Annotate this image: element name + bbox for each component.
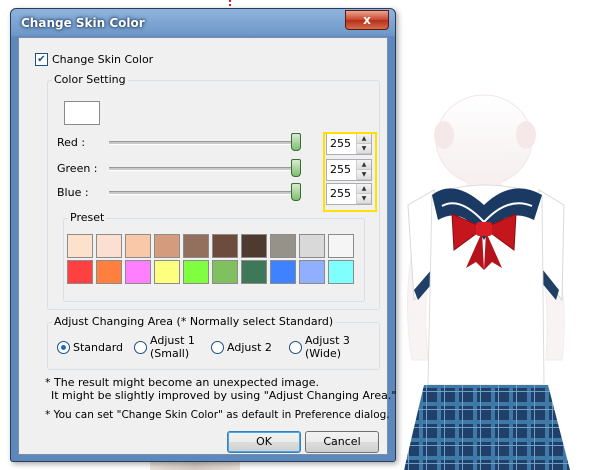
radio-adjust-3-sublabel[interactable]: (Wide) [305, 347, 341, 360]
preset-color-swatch[interactable] [125, 260, 151, 284]
green-label: Green : [57, 162, 98, 175]
radio-adjust-3[interactable] [289, 341, 302, 354]
radio-adjust-2-label[interactable]: Adjust 2 [227, 341, 272, 354]
character-preview [404, 94, 570, 470]
radio-adjust-1-sublabel[interactable]: (Small) [150, 347, 189, 360]
note-unexpected: * The result might become an unexpected … [45, 376, 319, 389]
current-color-swatch [64, 101, 100, 125]
close-button[interactable]: x [345, 10, 389, 30]
blue-slider-track[interactable] [109, 191, 299, 195]
preset-color-swatch[interactable] [270, 234, 296, 258]
preset-color-swatch[interactable] [67, 260, 93, 284]
radio-adjust-1-label[interactable]: Adjust 1 [150, 334, 195, 347]
preset-color-swatch[interactable] [96, 260, 122, 284]
red-slider-track[interactable] [109, 141, 299, 145]
note-improve: It might be slightly improved by using "… [51, 389, 397, 402]
note-default: * You can set "Change Skin Color" as def… [45, 409, 390, 421]
red-label: Red : [57, 136, 86, 149]
preset-color-swatch[interactable] [328, 234, 354, 258]
preset-color-swatch[interactable] [96, 234, 122, 258]
change-skin-color-dialog: Change Skin Color x ✔ Change Skin Color … [10, 8, 396, 462]
preset-color-swatch[interactable] [212, 234, 238, 258]
radio-adjust-1[interactable] [134, 341, 147, 354]
adjust-area-title: Adjust Changing Area (* Normally select … [52, 315, 336, 328]
window-title: Change Skin Color [21, 16, 145, 30]
preset-color-swatch[interactable] [270, 260, 296, 284]
preset-color-swatch[interactable] [299, 260, 325, 284]
green-slider-thumb[interactable] [291, 159, 301, 177]
radio-selected-dot [61, 345, 66, 350]
title-bar[interactable]: Change Skin Color x [11, 9, 395, 37]
green-slider-track[interactable] [109, 167, 299, 171]
preset-color-swatch[interactable] [183, 234, 209, 258]
preset-color-swatch[interactable] [154, 234, 180, 258]
preset-color-swatch[interactable] [125, 234, 151, 258]
preset-color-swatch[interactable] [212, 260, 238, 284]
radio-adjust-3-label[interactable]: Adjust 3 [305, 334, 350, 347]
radio-adjust-2[interactable] [211, 341, 224, 354]
cancel-button[interactable]: Cancel [305, 431, 379, 453]
preset-color-swatch[interactable] [299, 234, 325, 258]
blue-slider-thumb[interactable] [291, 183, 301, 201]
change-skin-color-checkbox[interactable]: ✔ [35, 53, 48, 66]
red-slider-thumb[interactable] [291, 133, 301, 151]
preset-color-swatch[interactable] [67, 234, 93, 258]
preset-color-swatch[interactable] [154, 260, 180, 284]
preset-color-swatch[interactable] [241, 234, 267, 258]
preset-color-swatch[interactable] [183, 260, 209, 284]
preset-title: Preset [68, 211, 107, 224]
blue-label: Blue : [57, 186, 89, 199]
color-setting-title: Color Setting [52, 73, 128, 86]
ok-button[interactable]: OK [227, 431, 301, 453]
preset-color-swatch[interactable] [241, 260, 267, 284]
radio-standard-label[interactable]: Standard [73, 341, 123, 354]
preset-color-swatch[interactable] [328, 260, 354, 284]
dialog-body: ✔ Change Skin Color Color Setting Red : … [18, 37, 396, 455]
change-skin-color-label: Change Skin Color [52, 53, 154, 66]
value-highlight-box [323, 132, 377, 212]
radio-standard[interactable] [57, 341, 70, 354]
